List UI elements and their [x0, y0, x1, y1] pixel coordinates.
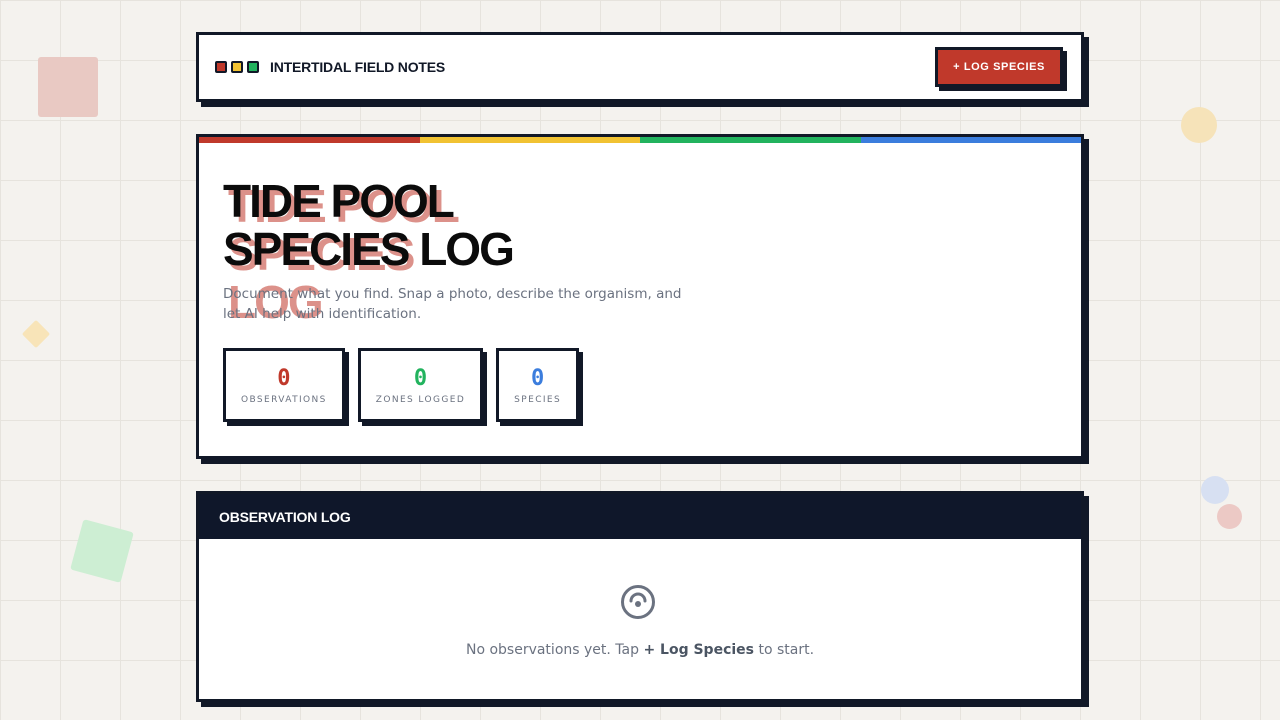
empty-state-text: No observations yet. Tap [465, 642, 644, 658]
empty-state-text-end: to start. [754, 642, 815, 658]
empty-face-icon [621, 585, 655, 619]
decorative-square-green [70, 519, 134, 583]
app-header: INTERTIDAL FIELD NOTES + LOG SPECIES [196, 32, 1084, 102]
stat-species-value: 0 [531, 365, 545, 391]
page-title-line1: TIDE POOL [223, 175, 455, 227]
brand: INTERTIDAL FIELD NOTES [215, 59, 445, 75]
decorative-circle-pink [1217, 504, 1242, 529]
stat-species-label: SPECIES [514, 394, 562, 405]
stripe-yellow [419, 137, 640, 143]
stat-observations-label: OBSERVATIONS [241, 394, 327, 405]
hero-subtitle: Document what you find. Snap a photo, de… [223, 286, 682, 322]
decorative-diamond-yellow [21, 319, 51, 349]
hero-title-block: TIDE POOL SPECIES LOG TIDE POOL SPECIES … [223, 175, 743, 326]
hero-card: TIDE POOL SPECIES LOG TIDE POOL SPECIES … [196, 134, 1084, 459]
stat-zones-logged: 0 ZONES LOGGED [357, 348, 484, 422]
color-stripe [199, 137, 1081, 143]
page-title: TIDE POOL SPECIES LOG [223, 175, 515, 275]
stats-row: 0 OBSERVATIONS 0 ZONES LOGGED 0 SPECIES [223, 348, 580, 422]
app-title: INTERTIDAL FIELD NOTES [270, 59, 446, 75]
stat-observations: 0 OBSERVATIONS [223, 348, 345, 422]
observation-log-header: OBSERVATION LOG [199, 494, 1081, 539]
observation-log-panel: OBSERVATION LOG No observations yet. Tap… [196, 491, 1084, 702]
empty-state-message: No observations yet. Tap + Log Species t… [199, 642, 1081, 658]
stat-species: 0 SPECIES [496, 348, 580, 422]
stripe-green [640, 137, 861, 143]
decorative-circle-blue [1201, 476, 1229, 504]
stat-zones-label: ZONES LOGGED [375, 394, 466, 405]
empty-state-action: + Log Species [643, 642, 755, 658]
page-title-line2: SPECIES LOG [223, 223, 515, 275]
observation-log-title: OBSERVATION LOG [219, 508, 351, 525]
window-dot-red-icon [215, 61, 227, 73]
stat-zones-value: 0 [413, 365, 428, 391]
stat-observations-value: 0 [277, 365, 291, 391]
decorative-square-red [38, 57, 98, 117]
window-dot-green-icon [247, 61, 259, 73]
log-species-button[interactable]: + LOG SPECIES [935, 46, 1063, 87]
decorative-circle-yellow [1181, 107, 1217, 143]
window-dot-yellow-icon [231, 61, 243, 73]
stripe-red [199, 137, 420, 143]
stripe-blue [860, 137, 1081, 143]
